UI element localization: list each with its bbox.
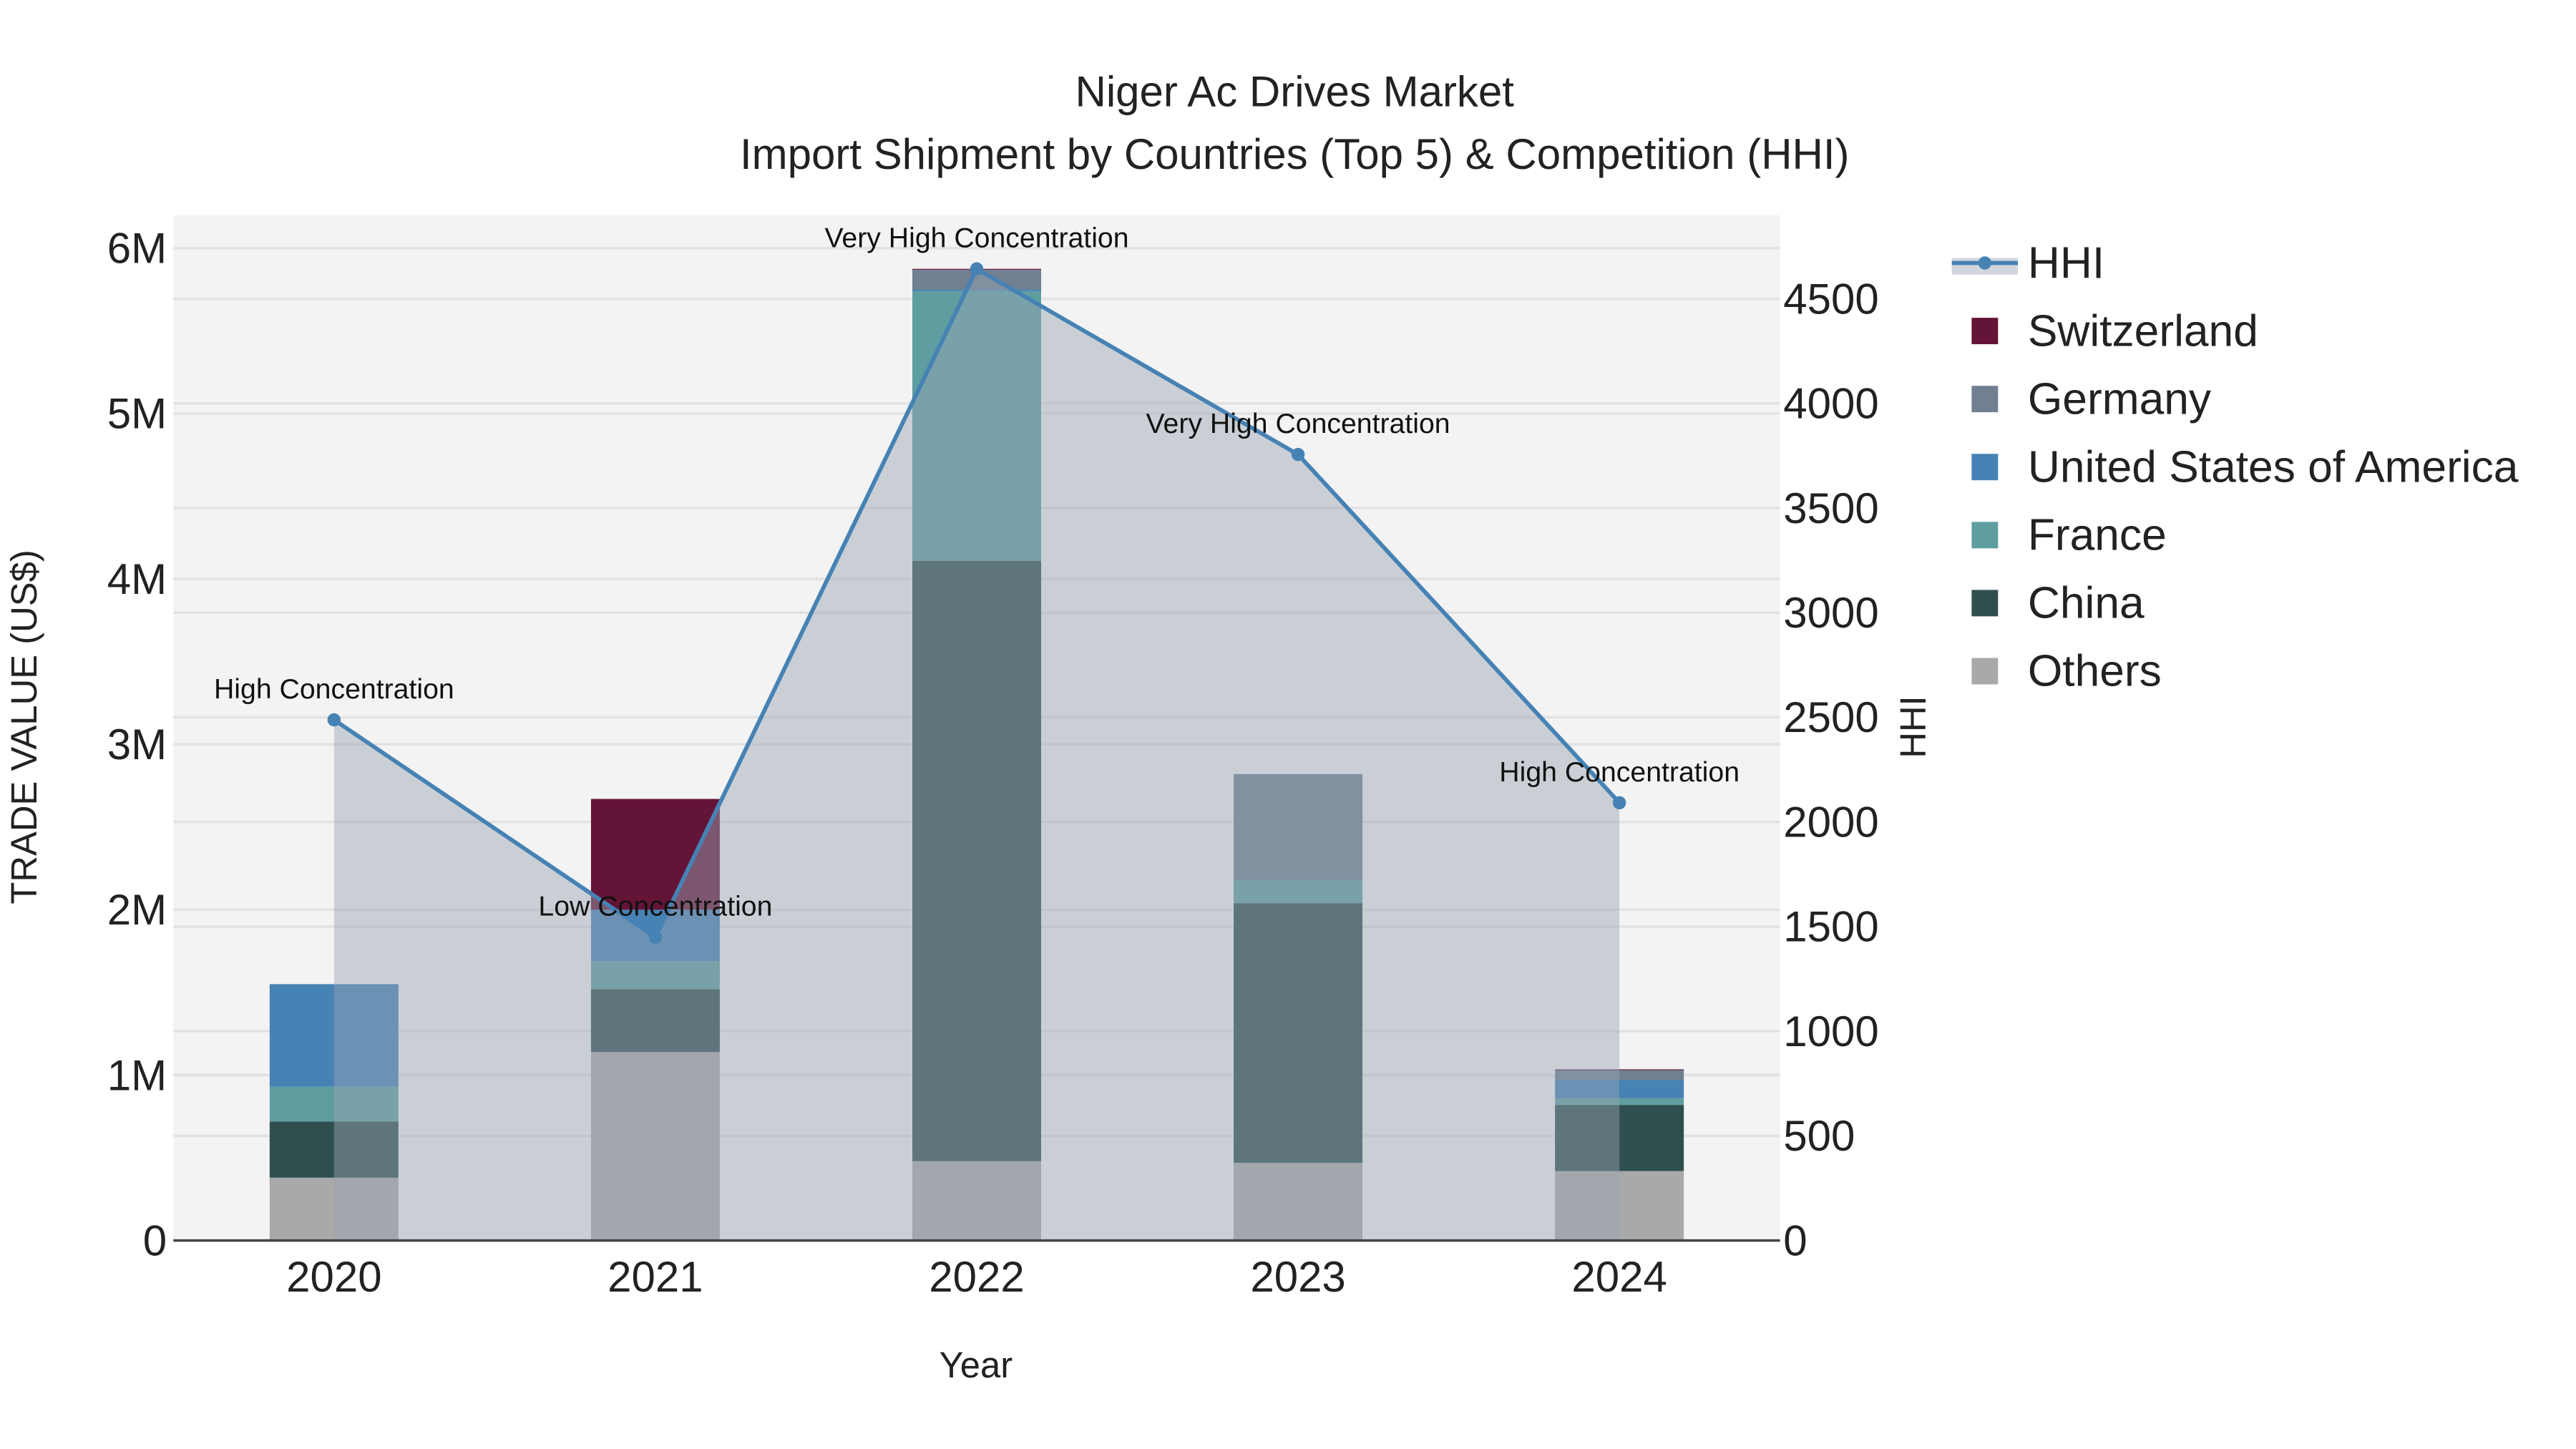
legend-label: United States of America	[2028, 443, 2519, 492]
legend-label: HHI	[2028, 238, 2104, 288]
y2-tick-label: 0	[1783, 1216, 1807, 1264]
legend: HHI Switzerland Germany United States of Am…	[1951, 238, 2519, 696]
x-tick-label: 2020	[286, 1253, 381, 1301]
hhi-point	[327, 713, 341, 727]
x-axis-label: Year	[940, 1345, 1013, 1385]
legend-item-germany[interactable]: Germany	[1971, 374, 2212, 424]
hhi-annotation: Low Concentration	[538, 891, 772, 922]
hhi-annotation: Very High Concentration	[824, 223, 1128, 254]
y-tick-label: 2M	[107, 886, 167, 934]
legend-item-france[interactable]: France	[1971, 511, 2167, 560]
chart-title: Niger Ac Drives Market	[1075, 67, 1514, 115]
legend-label: Others	[2028, 647, 2162, 696]
hhi-point	[648, 930, 663, 944]
legend-item-china[interactable]: China	[1971, 579, 2145, 628]
legend-item-others[interactable]: Others	[1971, 647, 2162, 696]
legend-label: China	[2028, 579, 2145, 628]
y-tick-label: 3M	[107, 721, 167, 769]
y2-tick-label: 1000	[1783, 1008, 1878, 1055]
y2-tick-label: 2500	[1783, 693, 1878, 741]
y2-tick-label: 500	[1783, 1112, 1855, 1160]
legend-swatch-marker	[1978, 256, 1992, 270]
hhi-annotation: High Concentration	[1499, 756, 1740, 788]
y2-tick-label: 4000	[1783, 380, 1878, 428]
hhi-annotation: High Concentration	[214, 673, 454, 705]
legend-swatch	[1971, 454, 1999, 481]
legend-label: Germany	[2028, 374, 2212, 424]
y-tick-label: 5M	[107, 390, 167, 438]
legend-swatch	[1971, 318, 1999, 345]
x-tick-label: 2023	[1250, 1253, 1345, 1301]
legend-label: Switzerland	[2028, 306, 2258, 356]
legend-item-switzerland[interactable]: Switzerland	[1971, 306, 2258, 356]
y2-tick-label: 3500	[1783, 484, 1878, 532]
y-tick-label: 6M	[107, 225, 167, 273]
x-tick-label: 2021	[608, 1253, 703, 1301]
y-axis-label: TRADE VALUE (US$)	[4, 550, 44, 904]
y2-tick-label: 4500	[1783, 275, 1878, 323]
y2-tick-label: 1500	[1783, 903, 1878, 951]
legend-label: France	[2028, 511, 2167, 560]
legend-swatch	[1971, 590, 1999, 617]
y2-axis-label: HHI	[1893, 696, 1933, 758]
legend-swatch	[1971, 658, 1999, 685]
legend-swatch	[1971, 522, 1999, 549]
legend-item-united-states-of-america[interactable]: United States of America	[1971, 443, 2519, 492]
y-tick-label: 1M	[107, 1051, 167, 1099]
x-tick-label: 2024	[1571, 1253, 1667, 1301]
y2-tick-label: 3000	[1783, 589, 1878, 637]
hhi-point	[1291, 447, 1305, 462]
x-tick-label: 2022	[929, 1253, 1024, 1301]
hhi-point	[1612, 796, 1626, 810]
hhi-annotation: Very High Concentration	[1146, 408, 1450, 439]
legend-swatch	[1971, 386, 1999, 413]
chart: Niger Ac Drives Market Import Shipment b…	[4, 67, 2519, 1385]
y2-tick-label: 2000	[1783, 798, 1878, 846]
legend-item-hhi[interactable]: HHI	[1951, 238, 2104, 288]
chart-subtitle: Import Shipment by Countries (Top 5) & C…	[740, 130, 1850, 178]
hhi-point	[970, 262, 984, 275]
y-tick-label: 4M	[107, 555, 167, 603]
y-tick-label: 0	[143, 1216, 167, 1264]
